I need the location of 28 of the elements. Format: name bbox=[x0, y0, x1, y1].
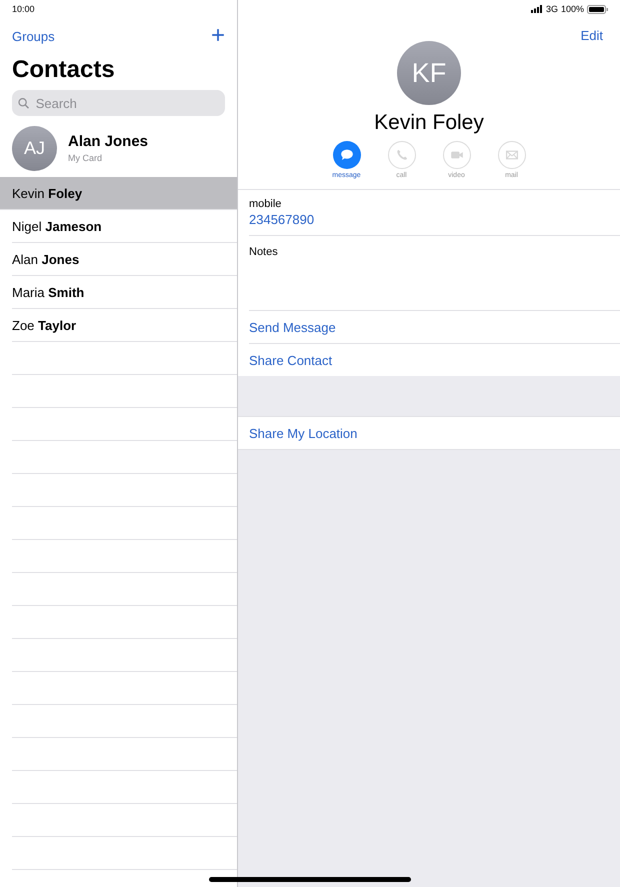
contact-row[interactable]: Nigel Jameson bbox=[12, 210, 237, 243]
notes-label: Notes bbox=[249, 246, 279, 258]
battery-label: 100% bbox=[560, 4, 584, 14]
field-label: mobile bbox=[249, 198, 282, 210]
share-location-link[interactable]: Share My Location bbox=[249, 426, 358, 440]
signal-icon bbox=[530, 5, 543, 13]
my-card-name: Alan Jones bbox=[68, 133, 148, 150]
message-button[interactable] bbox=[332, 141, 360, 169]
search-field[interactable]: Search bbox=[12, 90, 225, 116]
search-input[interactable]: Search bbox=[34, 94, 219, 112]
battery-icon bbox=[587, 4, 608, 14]
avatar: KF bbox=[397, 41, 461, 105]
action-link[interactable]: Send Message bbox=[249, 320, 336, 334]
contact-row[interactable]: Maria Smith bbox=[12, 276, 237, 309]
contact-row[interactable]: Kevin Foley bbox=[0, 177, 237, 210]
phone-number-link[interactable]: 234567890 bbox=[249, 212, 620, 227]
groups-link[interactable]: Groups bbox=[12, 28, 55, 44]
add-button[interactable]: + bbox=[210, 26, 225, 46]
avatar: AJ bbox=[12, 126, 57, 170]
contact-row[interactable]: Alan Jones bbox=[12, 243, 237, 276]
action-link[interactable]: Share Contact bbox=[249, 352, 332, 368]
network-label: 3G bbox=[546, 4, 558, 14]
edit-button[interactable]: Edit bbox=[580, 28, 603, 43]
page-title: Contacts bbox=[12, 56, 116, 84]
contact-name: Kevin Foley bbox=[374, 111, 484, 135]
status-time: 10:00 bbox=[12, 4, 35, 14]
search-icon bbox=[18, 96, 30, 110]
my-card-label: My Card bbox=[68, 153, 104, 163]
